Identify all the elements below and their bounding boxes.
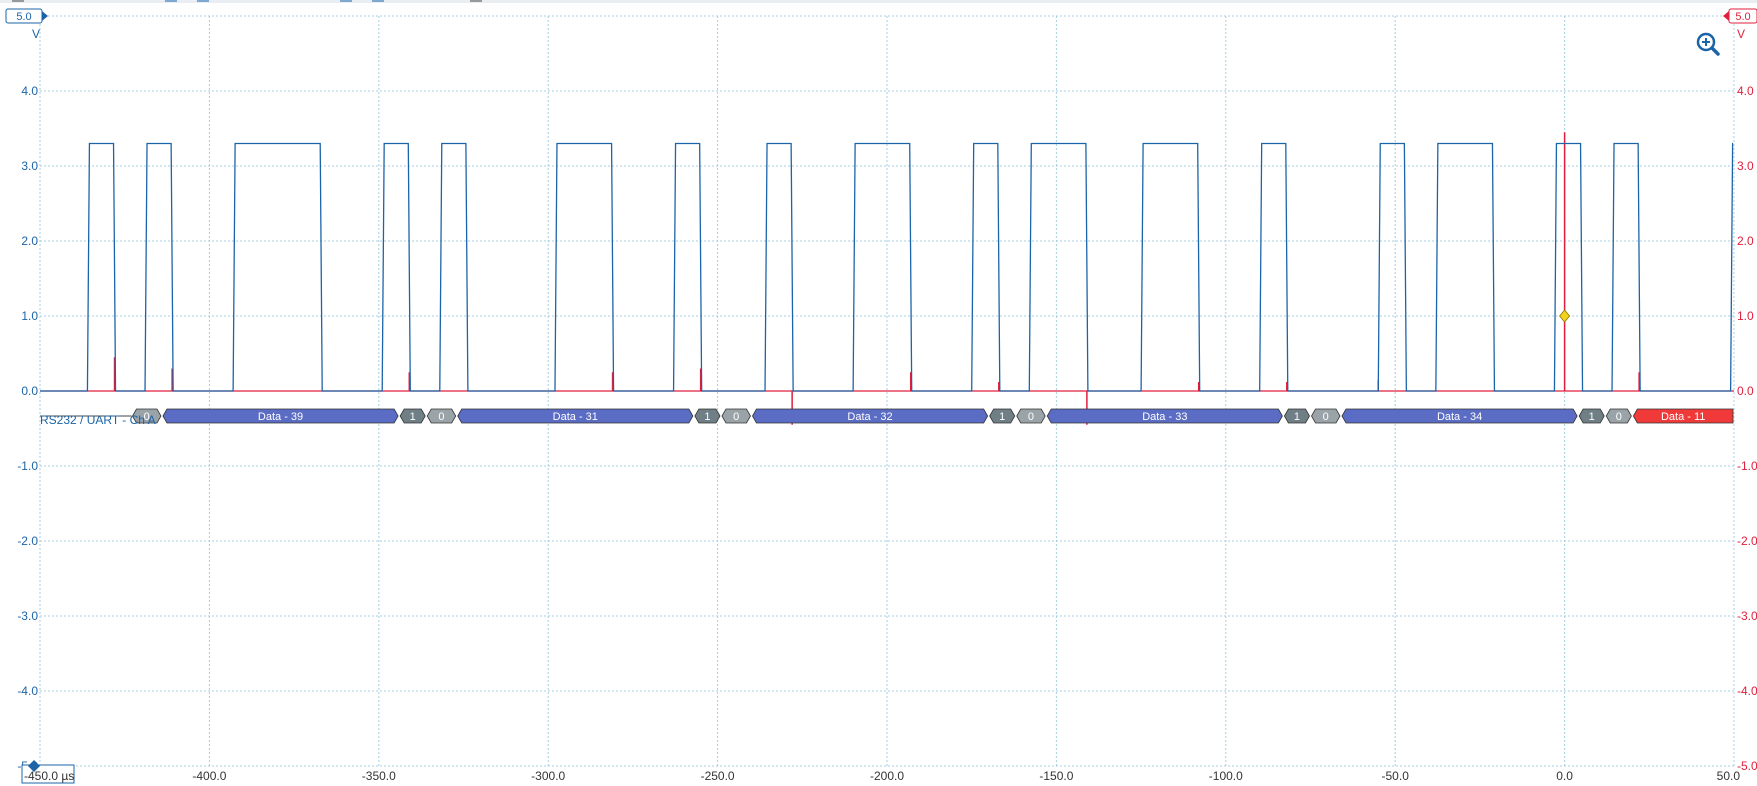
decoder-segment-label: 1	[1294, 411, 1300, 423]
x-tick-label: 50.0	[1717, 769, 1741, 783]
y-right-tick-label: 0.0	[1737, 384, 1754, 398]
decoder-protocol-label: RS232 / UART - Ch A	[40, 413, 156, 427]
y-left-tick-label: -3.0	[17, 609, 38, 623]
y-right-tick-label: 4.0	[1737, 84, 1754, 98]
y-left-tick-label: -4.0	[17, 684, 38, 698]
decoder-segment-label: 1	[999, 411, 1005, 423]
decoder-segment-label: 0	[438, 411, 444, 423]
y-right-tick-label: -2.0	[1737, 534, 1757, 548]
channel-a-unit-label: V	[32, 27, 40, 41]
x-tick-label: -250.0	[701, 769, 735, 783]
y-left-tick-label: 3.0	[21, 159, 38, 173]
x-tick-label: -100.0	[1209, 769, 1243, 783]
toolbar-strip	[0, 0, 1757, 3]
decoder-segment-label: 0	[1616, 411, 1622, 423]
x-tick-label: -150.0	[1039, 769, 1073, 783]
x-tick-label: 0.0	[1556, 769, 1573, 783]
serial-decoder-row: 0 Data - 39 1 0 Data - 31 1 0 Data - 32 1 0 Data -…	[40, 408, 1734, 424]
decoder-segment-label: 1	[410, 411, 416, 423]
y-right-tick-label: 3.0	[1737, 159, 1754, 173]
decoder-segment-label: 0	[1323, 411, 1329, 423]
x-tick-label: -200.0	[870, 769, 904, 783]
decoder-segment-label: 1	[1589, 411, 1595, 423]
channel-b-range-label: 5.0	[1735, 11, 1750, 23]
oscilloscope-chart: 4.0 3.0 2.0 1.0 0.0 -1.0 -2.0 -3.0 -4.0 -5.0 4.0 3…	[0, 0, 1757, 786]
y-left-tick-label: 2.0	[21, 234, 38, 248]
decoder-segment-label: 1	[704, 411, 710, 423]
y-right-tick-label: 1.0	[1737, 309, 1754, 323]
x-range-label: -450.0 µs	[24, 769, 74, 783]
y-left-tick-label: 1.0	[21, 309, 38, 323]
channel-a-range-label: 5.0	[16, 11, 31, 23]
decoder-segment-label: Data - 11	[1661, 411, 1705, 423]
decoder-segment-label: Data - 33	[1142, 411, 1187, 423]
y-right-tick-label: -3.0	[1737, 609, 1757, 623]
y-left-tick-label: -2.0	[17, 534, 38, 548]
y-right-tick-label: -5.0	[1737, 759, 1757, 773]
channel-a-range-marker[interactable]: 5.0	[5, 8, 48, 24]
y-left-tick-label: 4.0	[21, 84, 38, 98]
decoder-segment-label: Data - 31	[553, 411, 598, 423]
x-tick-label: -50.0	[1382, 769, 1410, 783]
channel-b-unit-label: V	[1737, 27, 1745, 41]
chart-background	[0, 0, 1757, 786]
x-tick-label: -400.0	[192, 769, 226, 783]
y-right-tick-label: -4.0	[1737, 684, 1757, 698]
y-left-tick-label: -1.0	[17, 459, 38, 473]
x-tick-label: -300.0	[531, 769, 565, 783]
decoder-segment-label: Data - 34	[1437, 411, 1482, 423]
y-right-tick-label: 2.0	[1737, 234, 1754, 248]
decoder-segment-label: 0	[1028, 411, 1034, 423]
y-right-tick-label: -1.0	[1737, 459, 1757, 473]
y-left-tick-label: 0.0	[21, 384, 38, 398]
decoder-segment-label: Data - 39	[258, 411, 303, 423]
decoder-segment-label: 0	[733, 411, 739, 423]
x-tick-label: -350.0	[362, 769, 396, 783]
decoder-segment-label: Data - 32	[847, 411, 892, 423]
